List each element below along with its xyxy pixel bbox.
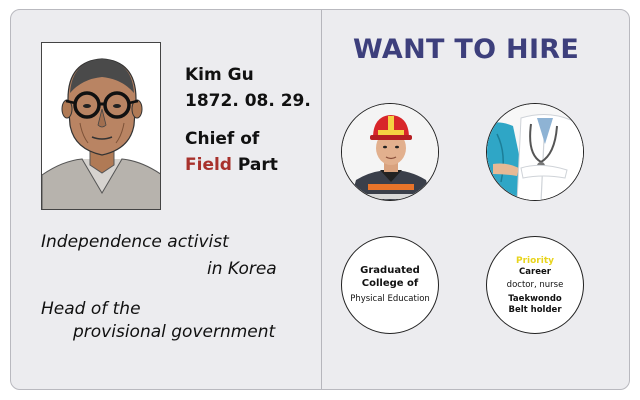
profile-title: Chief of Field Part xyxy=(185,126,278,178)
profile-name-block: Kim Gu 1872. 08. 29. xyxy=(185,62,311,114)
profile-name: Kim Gu xyxy=(185,65,254,85)
education-line-1: Graduated xyxy=(360,265,420,276)
title-part-word: Part xyxy=(237,155,278,175)
description-line-3: Head of the xyxy=(41,299,141,319)
doctor-nurse-image xyxy=(486,103,584,201)
priority-requirement-circle: Priority Career doctor, nurse Taekwondo … xyxy=(486,236,584,334)
id-card: Kim Gu 1872. 08. 29. Chief of Field Part… xyxy=(10,9,630,390)
card-divider xyxy=(321,10,322,389)
description-line-2: in Korea xyxy=(207,259,277,279)
firefighter-image xyxy=(341,103,439,201)
description-line-1: Independence activist xyxy=(41,232,229,252)
title-line-1: Chief of xyxy=(185,129,260,149)
hire-title: WANT TO HIRE xyxy=(353,34,580,65)
taekwondo-line-1: Taekwondo xyxy=(508,293,562,304)
title-line-2: Field Part xyxy=(185,152,278,178)
title-field-word: Field xyxy=(185,155,232,175)
education-line-2: College of xyxy=(361,278,419,289)
education-line-3: Physical Education xyxy=(350,294,430,304)
profile-date: 1872. 08. 29. xyxy=(185,91,311,111)
portrait-image xyxy=(41,42,161,210)
description-line-4: provisional government xyxy=(73,322,276,342)
education-requirement-circle: Graduated College of Physical Education xyxy=(341,236,439,334)
career-label: Career xyxy=(519,266,551,277)
priority-label: Priority xyxy=(516,255,554,266)
career-value: doctor, nurse xyxy=(506,279,564,290)
taekwondo-line-2: Belt holder xyxy=(508,304,562,315)
